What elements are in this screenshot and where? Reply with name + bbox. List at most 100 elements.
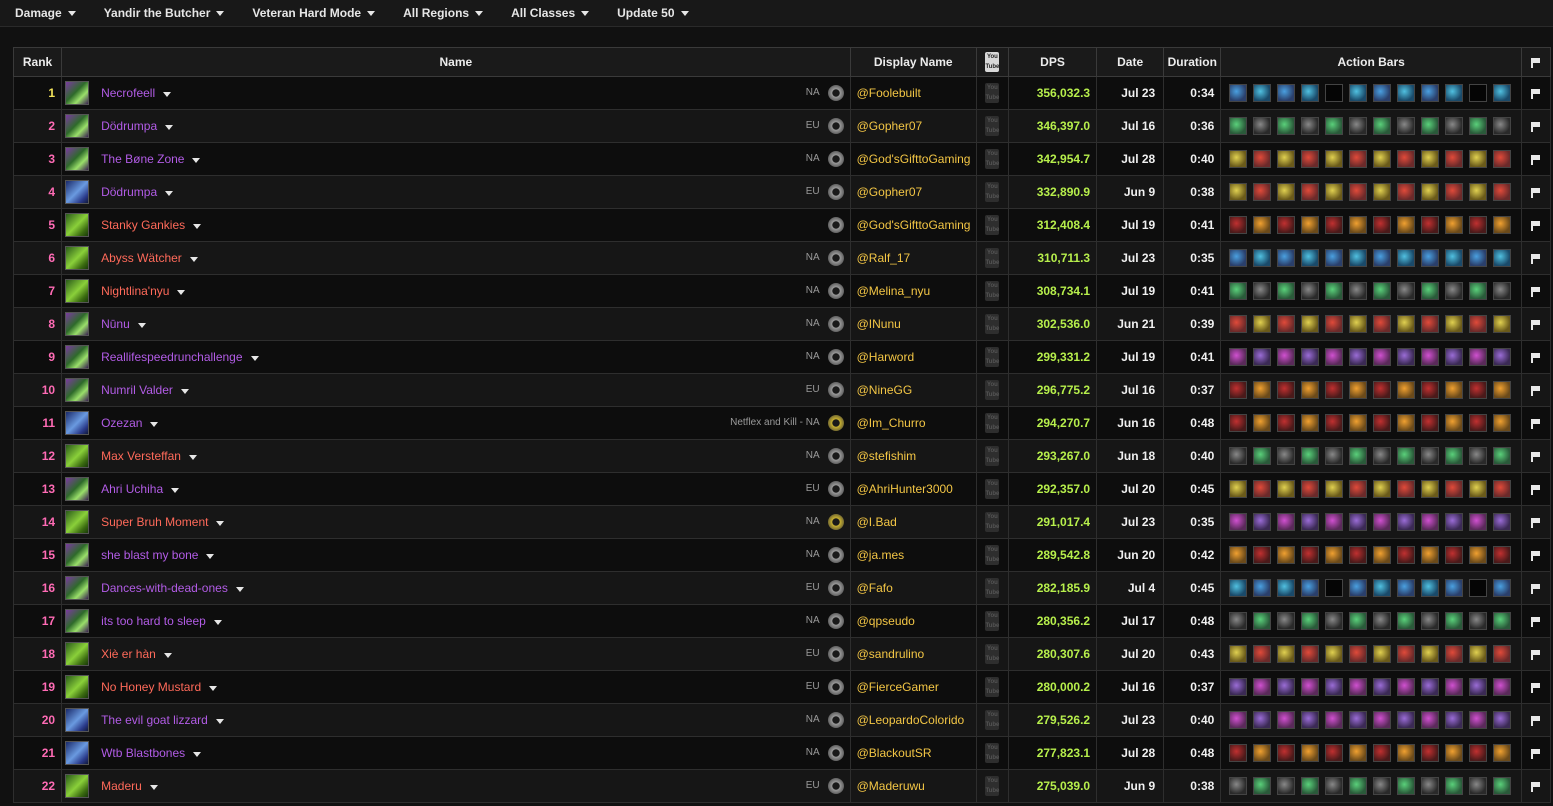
skill-slot-icon[interactable] xyxy=(1493,612,1512,630)
skill-slot-icon[interactable] xyxy=(1397,282,1416,300)
skill-slot-icon[interactable] xyxy=(1397,216,1416,234)
player-name-link[interactable]: Ahri Uchiha xyxy=(101,474,180,505)
skill-slot-icon[interactable] xyxy=(1349,480,1368,498)
skill-slot-icon[interactable] xyxy=(1277,612,1296,630)
skill-slot-icon[interactable] xyxy=(1301,744,1320,762)
display-name-cell[interactable]: @Gopher07 xyxy=(849,109,977,143)
skill-slot-icon[interactable] xyxy=(1421,84,1440,102)
chevron-down-icon[interactable] xyxy=(235,586,244,592)
flag-icon[interactable] xyxy=(1531,550,1541,561)
skill-slot-icon[interactable] xyxy=(1445,777,1464,795)
skill-slot-icon[interactable] xyxy=(1469,579,1488,597)
youtube-icon[interactable]: You Tube xyxy=(985,545,1000,565)
skill-slot-icon[interactable] xyxy=(1397,183,1416,201)
skill-slot-icon[interactable] xyxy=(1421,249,1440,267)
skill-slot-icon[interactable] xyxy=(1373,282,1392,300)
skill-slot-icon[interactable] xyxy=(1229,744,1248,762)
skill-slot-icon[interactable] xyxy=(1373,381,1392,399)
skill-slot-icon[interactable] xyxy=(1469,315,1488,333)
chevron-down-icon[interactable] xyxy=(163,652,172,658)
skill-slot-icon[interactable] xyxy=(1373,447,1392,465)
skill-slot-icon[interactable] xyxy=(1229,612,1248,630)
skill-slot-icon[interactable] xyxy=(1277,315,1296,333)
youtube-icon[interactable]: You Tube xyxy=(985,743,1000,763)
chevron-down-icon[interactable] xyxy=(163,91,172,97)
skill-slot-icon[interactable] xyxy=(1229,117,1248,135)
column-header-duration[interactable]: Duration xyxy=(1163,47,1222,77)
skill-slot-icon[interactable] xyxy=(1349,348,1368,366)
skill-slot-icon[interactable] xyxy=(1421,612,1440,630)
player-name-link[interactable]: Reallifespeedrunchallenge xyxy=(101,342,259,373)
skill-slot-icon[interactable] xyxy=(1421,777,1440,795)
column-header-date[interactable]: Date xyxy=(1096,47,1165,77)
flag-icon[interactable] xyxy=(1531,583,1541,594)
player-name-link[interactable]: Dödrumpa xyxy=(101,111,174,142)
skill-slot-icon[interactable] xyxy=(1373,546,1392,564)
skill-slot-icon[interactable] xyxy=(1493,150,1512,168)
skill-slot-icon[interactable] xyxy=(1373,645,1392,663)
skill-slot-icon[interactable] xyxy=(1301,117,1320,135)
display-name-cell[interactable]: @Melina_nyu xyxy=(849,274,977,308)
skill-slot-icon[interactable] xyxy=(1421,678,1440,696)
skill-slot-icon[interactable] xyxy=(1277,777,1296,795)
skill-slot-icon[interactable] xyxy=(1421,117,1440,135)
skill-slot-icon[interactable] xyxy=(1253,414,1272,432)
skill-slot-icon[interactable] xyxy=(1493,777,1512,795)
flag-icon[interactable] xyxy=(1531,517,1541,528)
skill-slot-icon[interactable] xyxy=(1373,480,1392,498)
skill-slot-icon[interactable] xyxy=(1277,480,1296,498)
skill-slot-icon[interactable] xyxy=(1445,315,1464,333)
skill-slot-icon[interactable] xyxy=(1277,414,1296,432)
chevron-down-icon[interactable] xyxy=(149,784,158,790)
skill-slot-icon[interactable] xyxy=(1421,645,1440,663)
skill-slot-icon[interactable] xyxy=(1253,711,1272,729)
skill-slot-icon[interactable] xyxy=(1445,711,1464,729)
filter-update-dropdown[interactable]: Update 50 xyxy=(601,6,700,20)
filter-role-dropdown[interactable]: Damage xyxy=(0,6,88,20)
skill-slot-icon[interactable] xyxy=(1421,546,1440,564)
skill-slot-icon[interactable] xyxy=(1301,546,1320,564)
skill-slot-icon[interactable] xyxy=(1325,414,1344,432)
display-name-cell[interactable]: @Im_Churro xyxy=(849,406,977,440)
filter-difficulty-dropdown[interactable]: Veteran Hard Mode xyxy=(236,6,387,20)
skill-slot-icon[interactable] xyxy=(1253,579,1272,597)
flag-icon[interactable] xyxy=(1531,682,1541,693)
skill-slot-icon[interactable] xyxy=(1373,150,1392,168)
display-name-cell[interactable]: @Fafo xyxy=(849,571,977,605)
skill-slot-icon[interactable] xyxy=(1445,348,1464,366)
skill-slot-icon[interactable] xyxy=(1493,711,1512,729)
skill-slot-icon[interactable] xyxy=(1277,447,1296,465)
skill-slot-icon[interactable] xyxy=(1301,348,1320,366)
skill-slot-icon[interactable] xyxy=(1349,744,1368,762)
skill-slot-icon[interactable] xyxy=(1277,744,1296,762)
skill-slot-icon[interactable] xyxy=(1325,348,1344,366)
chevron-down-icon[interactable] xyxy=(192,157,201,163)
skill-slot-icon[interactable] xyxy=(1253,777,1272,795)
display-name-cell[interactable]: @INunu xyxy=(849,307,977,341)
player-name-link[interactable]: Necrofeell xyxy=(101,78,172,109)
display-name-cell[interactable]: @I.Bad xyxy=(849,505,977,539)
skill-slot-icon[interactable] xyxy=(1277,117,1296,135)
column-header-dps[interactable]: DPS xyxy=(1007,47,1098,77)
skill-slot-icon[interactable] xyxy=(1493,84,1512,102)
skill-slot-icon[interactable] xyxy=(1301,249,1320,267)
display-name-cell[interactable]: @FierceGamer xyxy=(849,670,977,704)
skill-slot-icon[interactable] xyxy=(1397,744,1416,762)
skill-slot-icon[interactable] xyxy=(1253,513,1272,531)
skill-slot-icon[interactable] xyxy=(1469,348,1488,366)
skill-slot-icon[interactable] xyxy=(1253,117,1272,135)
display-name-cell[interactable]: @sandrulino xyxy=(849,637,977,671)
skill-slot-icon[interactable] xyxy=(1325,381,1344,399)
display-name-cell[interactable]: @God'sGifttoGaming xyxy=(849,142,977,176)
skill-slot-icon[interactable] xyxy=(1301,282,1320,300)
skill-slot-icon[interactable] xyxy=(1229,678,1248,696)
skill-slot-icon[interactable] xyxy=(1373,183,1392,201)
skill-slot-icon[interactable] xyxy=(1253,546,1272,564)
skill-slot-icon[interactable] xyxy=(1397,150,1416,168)
skill-slot-icon[interactable] xyxy=(1397,84,1416,102)
skill-slot-icon[interactable] xyxy=(1445,84,1464,102)
youtube-icon[interactable]: You Tube xyxy=(985,446,1000,466)
display-name-cell[interactable]: @Maderuwu xyxy=(849,769,977,803)
skill-slot-icon[interactable] xyxy=(1277,282,1296,300)
flag-icon[interactable] xyxy=(1531,418,1541,429)
